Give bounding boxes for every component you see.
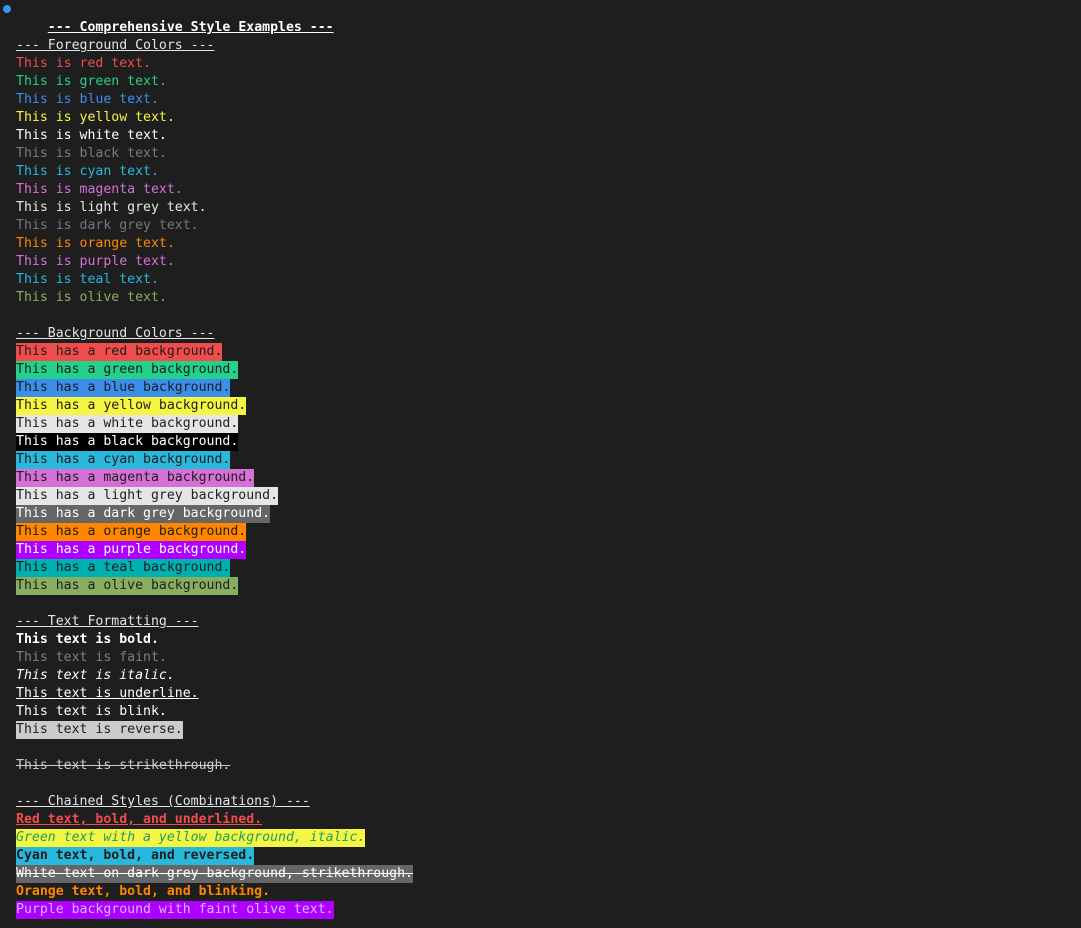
styled-text: This is white text. [16, 128, 167, 143]
output-line: This is black text. [16, 145, 1081, 163]
section-heading: --- Background Colors --- [16, 326, 215, 341]
styled-text: This is orange text. [16, 236, 175, 251]
output-line: This is red text. [16, 55, 1081, 73]
terminal-output: --- Comprehensive Style Examples --- ---… [16, 1, 1081, 919]
output-line: This has a light grey background. [16, 487, 1081, 505]
styled-text: This has a black background. [16, 433, 239, 451]
output-line: This is magenta text. [16, 181, 1081, 199]
styled-text: This has a white background. [16, 415, 239, 433]
output-line: This has a olive background. [16, 577, 1081, 595]
output-line: This is olive text. [16, 289, 1081, 307]
page-title: --- Comprehensive Style Examples --- [47, 20, 334, 35]
output-line: This text is blink. [16, 703, 1081, 721]
section-heading-line: --- Chained Styles (Combinations) --- [16, 793, 1081, 811]
output-line: This text is faint. [16, 649, 1081, 667]
styled-text: This is dark grey text. [16, 218, 199, 233]
styled-text: This has a light grey background. [16, 487, 279, 505]
output-line: This has a purple background. [16, 541, 1081, 559]
styled-text: White text on dark grey background, stri… [16, 865, 413, 883]
styled-text: This has a blue background. [16, 379, 231, 397]
styled-text: This is cyan text. [16, 164, 159, 179]
output-line: This has a yellow background. [16, 397, 1081, 415]
styled-text: Orange text, bold, and blinking. [16, 884, 271, 899]
styled-text: This has a dark grey background. [16, 505, 271, 523]
output-line: This is purple text. [16, 253, 1081, 271]
styled-text: This text is reverse. [16, 721, 183, 739]
output-line: Orange text, bold, and blinking. [16, 883, 1081, 901]
styled-text: This has a purple background. [16, 541, 247, 559]
section-heading: --- Foreground Colors --- [16, 38, 215, 53]
output-line: This has a blue background. [16, 379, 1081, 397]
output-line: This has a dark grey background. [16, 505, 1081, 523]
output-line: This has a teal background. [16, 559, 1081, 577]
output-line: This has a white background. [16, 415, 1081, 433]
output-line: This is yellow text. [16, 109, 1081, 127]
section-heading-line: --- Background Colors --- [16, 325, 1081, 343]
output-line: This has a magenta background. [16, 469, 1081, 487]
styled-text: This has a teal background. [16, 559, 231, 577]
styled-text: This is olive text. [16, 290, 167, 305]
styled-text: This is blue text. [16, 92, 159, 107]
output-line: This is teal text. [16, 271, 1081, 289]
styled-text: This has a yellow background. [16, 397, 247, 415]
section-heading-line: --- Foreground Colors --- [16, 37, 1081, 55]
title-line: --- Comprehensive Style Examples --- [16, 1, 1081, 35]
output-line: This is blue text. [16, 91, 1081, 109]
output-line: Red text, bold, and underlined. [16, 811, 1081, 829]
styled-text: This is light grey text. [16, 200, 207, 215]
styled-text: This text is italic. [16, 668, 175, 683]
output-line: This is orange text. [16, 235, 1081, 253]
output-line: This has a red background. [16, 343, 1081, 361]
section-heading-line: --- Text Formatting --- [16, 613, 1081, 631]
styled-text: This is red text. [16, 56, 151, 71]
output-line: White text on dark grey background, stri… [16, 865, 1081, 883]
styled-text: Green text with a yellow background, ita… [16, 829, 366, 847]
styled-text: This text is underline. [16, 686, 199, 701]
output-line: This text is bold. [16, 631, 1081, 649]
output-line: This has a black background. [16, 433, 1081, 451]
styled-text: This has a magenta background. [16, 469, 255, 487]
output-line: Cyan text, bold, and reversed. [16, 847, 1081, 865]
styled-text: This has a olive background. [16, 577, 239, 595]
styled-text: This is teal text. [16, 272, 159, 287]
output-line: This is white text. [16, 127, 1081, 145]
styled-text: This text is strikethrough. [16, 758, 231, 773]
styled-text: This has a orange background. [16, 523, 247, 541]
output-line: This is green text. [16, 73, 1081, 91]
output-line: This has a green background. [16, 361, 1081, 379]
styled-text: This has a green background. [16, 361, 239, 379]
output-line: Purple background with faint olive text. [16, 901, 1081, 919]
output-line: This text is reverse. [16, 721, 1081, 739]
styled-text: This text is faint. [16, 650, 167, 665]
styled-text: This is purple text. [16, 254, 175, 269]
styled-text: Cyan text, bold, and reversed. [16, 847, 255, 865]
output-line: This has a cyan background. [16, 451, 1081, 469]
section-heading: --- Text Formatting --- [16, 614, 199, 629]
output-line: Green text with a yellow background, ita… [16, 829, 1081, 847]
styled-text: This text is bold. [16, 632, 159, 647]
output-line: This text is underline. [16, 685, 1081, 703]
styled-text: This has a red background. [16, 343, 223, 361]
styled-text: Purple background with faint olive text. [16, 901, 334, 919]
section-heading: --- Chained Styles (Combinations) --- [16, 794, 310, 809]
output-line: This is cyan text. [16, 163, 1081, 181]
styled-text: Red text, bold, and underlined. [16, 812, 263, 827]
output-line: This has a orange background. [16, 523, 1081, 541]
output-line: This text is strikethrough. [16, 757, 1081, 775]
styled-text: This is yellow text. [16, 110, 175, 125]
output-line: This is light grey text. [16, 199, 1081, 217]
styled-text: This is magenta text. [16, 182, 183, 197]
styled-text: This text is blink. [16, 704, 167, 719]
styled-text: This is black text. [16, 146, 167, 161]
styled-text: This is green text. [16, 74, 167, 89]
styled-text: This has a cyan background. [16, 451, 231, 469]
output-line: This is dark grey text. [16, 217, 1081, 235]
output-line: This text is italic. [16, 667, 1081, 685]
command-status-dot-icon[interactable] [3, 5, 11, 13]
